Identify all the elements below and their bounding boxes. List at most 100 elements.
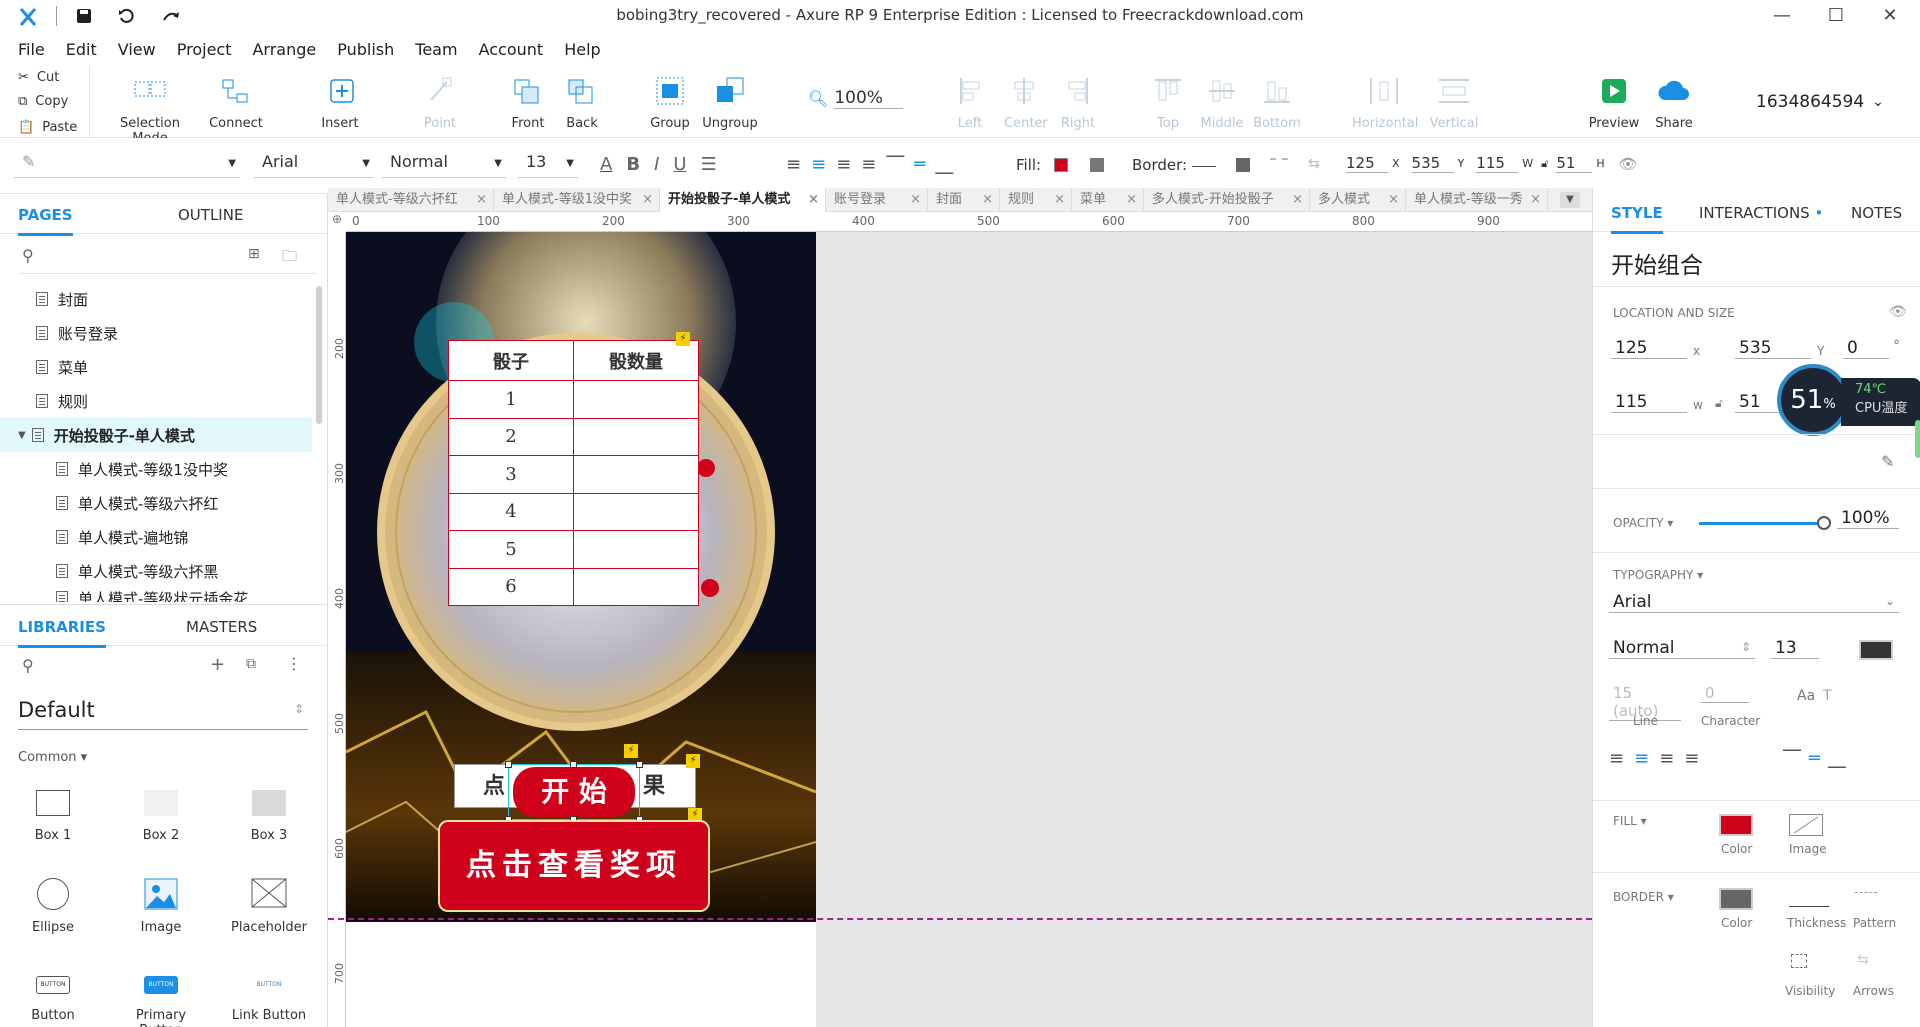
bullet-list-icon[interactable]: ☰	[701, 154, 717, 175]
border-thickness-picker[interactable]	[1192, 166, 1216, 167]
distribute-vertical-button[interactable]: Vertical	[1424, 76, 1484, 131]
h-input[interactable]: 51	[1735, 392, 1779, 413]
doc-tab[interactable]: 账号登录 ×	[826, 188, 928, 212]
page-item-selected[interactable]: ▼ 开始投骰子-单人模式	[0, 418, 312, 452]
close-tab-icon[interactable]: ×	[808, 188, 819, 212]
menu-help[interactable]: Help	[564, 40, 600, 59]
tab-interactions[interactable]: INTERACTIONS •	[1699, 204, 1823, 222]
dice-table[interactable]: 骰子 骰数量 1 2 3 4 5 6	[448, 340, 699, 606]
maximize-button[interactable]: ☐	[1816, 4, 1856, 28]
valign-middle-icon[interactable]: ═	[914, 154, 925, 175]
pages-scrollbar[interactable]	[316, 286, 322, 424]
text-case-icon[interactable]: Aa	[1797, 688, 1815, 704]
widget-box2[interactable]: Box 2	[116, 790, 206, 843]
y-input[interactable]: 535	[1735, 338, 1811, 359]
widget-image[interactable]: Image	[116, 878, 206, 935]
border-pattern-picker[interactable]	[1855, 892, 1877, 904]
add-folder-icon[interactable]: 🗀︎	[282, 246, 297, 271]
close-tab-icon[interactable]: ×	[1388, 188, 1399, 212]
doc-tab[interactable]: 单人模式-等级一秀 ×	[1406, 188, 1548, 212]
widget-box1[interactable]: Box 1	[8, 790, 98, 843]
w-input[interactable]: 115	[1611, 392, 1687, 413]
format-y-input[interactable]: 535	[1411, 154, 1454, 173]
tab-outline[interactable]: OUTLINE	[178, 206, 243, 224]
doc-tab[interactable]: 封面 ×	[928, 188, 1000, 212]
border-color-swatch[interactable]	[1236, 158, 1250, 172]
typo-color-swatch[interactable]	[1859, 640, 1893, 660]
style-dropdown[interactable]: ✎ ▼	[14, 150, 240, 178]
close-tab-icon[interactable]: ×	[1054, 188, 1065, 212]
subpage-item[interactable]: 单人模式-等级1没中奖	[0, 452, 312, 486]
valign-bottom-icon[interactable]: ⎽	[935, 154, 953, 175]
close-tab-icon[interactable]: ×	[642, 188, 653, 212]
rotation-input[interactable]: 0	[1843, 338, 1889, 359]
border-color-swatch[interactable]	[1719, 888, 1753, 910]
align-middle-button[interactable]: Middle	[1200, 76, 1244, 131]
fill-color-swatch[interactable]	[1719, 814, 1753, 836]
valign-bottom-icon[interactable]: ⎽	[1828, 748, 1846, 769]
paste-button[interactable]: 📋 Paste	[18, 120, 77, 135]
subpage-item[interactable]: 单人模式-遍地锦	[0, 520, 312, 554]
menu-view[interactable]: View	[118, 40, 156, 59]
font-dropdown[interactable]: Arial ▼	[254, 150, 374, 178]
library-search-bar[interactable]: ⚲ + ⧉ ⋮	[18, 654, 318, 684]
opacity-slider-handle[interactable]	[1817, 516, 1831, 530]
point-button[interactable]: Point	[410, 76, 470, 131]
menu-edit[interactable]: Edit	[66, 40, 97, 59]
subpage-item[interactable]: 单人模式-等级六抔红	[0, 486, 312, 520]
selection-mode-button[interactable]: Selection Mode	[104, 76, 196, 146]
close-tab-icon[interactable]: ×	[1126, 188, 1137, 212]
library-copy-icon[interactable]: ⧉	[246, 656, 256, 672]
widget-link-button[interactable]: BUTTON Link Button	[224, 976, 314, 1023]
x-input[interactable]: 125	[1611, 338, 1687, 359]
fill-image-swatch[interactable]	[1090, 158, 1104, 172]
view-prize-button[interactable]: 点击查看奖项	[438, 820, 710, 912]
bring-front-button[interactable]: Front	[502, 76, 554, 131]
tab-style[interactable]: STYLE	[1611, 204, 1663, 234]
fill-image-swatch[interactable]	[1789, 814, 1823, 836]
close-tab-icon[interactable]: ×	[982, 188, 993, 212]
close-tab-icon[interactable]: ×	[910, 188, 921, 212]
menu-account[interactable]: Account	[479, 40, 544, 59]
widget-primary-button[interactable]: BUTTONPrimary Button	[116, 976, 206, 1027]
tab-libraries[interactable]: LIBRARIES	[18, 618, 106, 648]
doc-tab[interactable]: 多人模式 ×	[1310, 188, 1406, 212]
valign-top-icon[interactable]: ⎺	[1783, 748, 1801, 769]
copy-button[interactable]: ⧉ Copy	[18, 94, 68, 109]
valign-middle-icon[interactable]: ═	[1809, 748, 1820, 769]
cpu-usage-gauge[interactable]: 51%	[1777, 364, 1849, 436]
selected-widget-name[interactable]: 开始组合	[1611, 246, 1703, 280]
more-options-icon[interactable]: ⋮	[286, 654, 302, 673]
library-group-label[interactable]: Common ▾	[18, 750, 87, 765]
close-tab-icon[interactable]: ×	[1292, 188, 1303, 212]
doc-tab-active[interactable]: 开始投骰子-单人模式 ×	[660, 188, 826, 212]
widget-box3[interactable]: Box 3	[224, 790, 314, 843]
widget-placeholder[interactable]: Placeholder	[224, 878, 314, 935]
menu-team[interactable]: Team	[415, 40, 457, 59]
start-button[interactable]: 开 始	[513, 767, 635, 817]
menu-arrange[interactable]: Arrange	[252, 40, 316, 59]
doc-tab[interactable]: 多人模式-开始投骰子 ×	[1144, 188, 1310, 212]
valign-top-icon[interactable]: ⎺	[886, 154, 904, 175]
distribute-horizontal-button[interactable]: Horizontal	[1352, 76, 1418, 131]
add-page-icon[interactable]: ⊞	[248, 246, 260, 262]
text-align-left-icon[interactable]: ≡	[1609, 748, 1624, 769]
close-window-button[interactable]: ✕	[1870, 4, 1910, 28]
menu-publish[interactable]: Publish	[337, 40, 394, 59]
typo-font-dropdown[interactable]: Arial ⌄	[1609, 592, 1899, 613]
format-x-input[interactable]: 125	[1346, 154, 1388, 173]
subpage-item[interactable]: 单人模式-等级六抔黑	[0, 554, 312, 588]
border-pattern-picker[interactable]	[1270, 158, 1288, 172]
start-group-selection[interactable]: 开 始	[505, 761, 643, 823]
lightning-interaction-icon[interactable]: ⚡	[624, 744, 638, 758]
lock-ratio-icon[interactable]: 🔓︎	[1541, 157, 1548, 171]
artboard[interactable]: 骰子 骰数量 1 2 3 4 5 6 ⚡ 点 果 开 始 ⚡ ⚡ ⚡ 点击查看奖…	[346, 232, 816, 922]
menu-project[interactable]: Project	[177, 40, 232, 59]
typo-weight-dropdown[interactable]: Normal ⇕	[1609, 638, 1755, 659]
opacity-input[interactable]: 100%	[1837, 508, 1899, 529]
text-align-center-icon[interactable]: ≡	[1634, 748, 1649, 769]
expand-triangle-icon[interactable]: ▼	[18, 430, 26, 441]
edit-style-icon[interactable]: ✎	[1881, 452, 1894, 471]
lightning-interaction-icon[interactable]: ⚡	[676, 332, 690, 346]
account-menu[interactable]: 1634864594 ⌄	[1756, 92, 1884, 112]
